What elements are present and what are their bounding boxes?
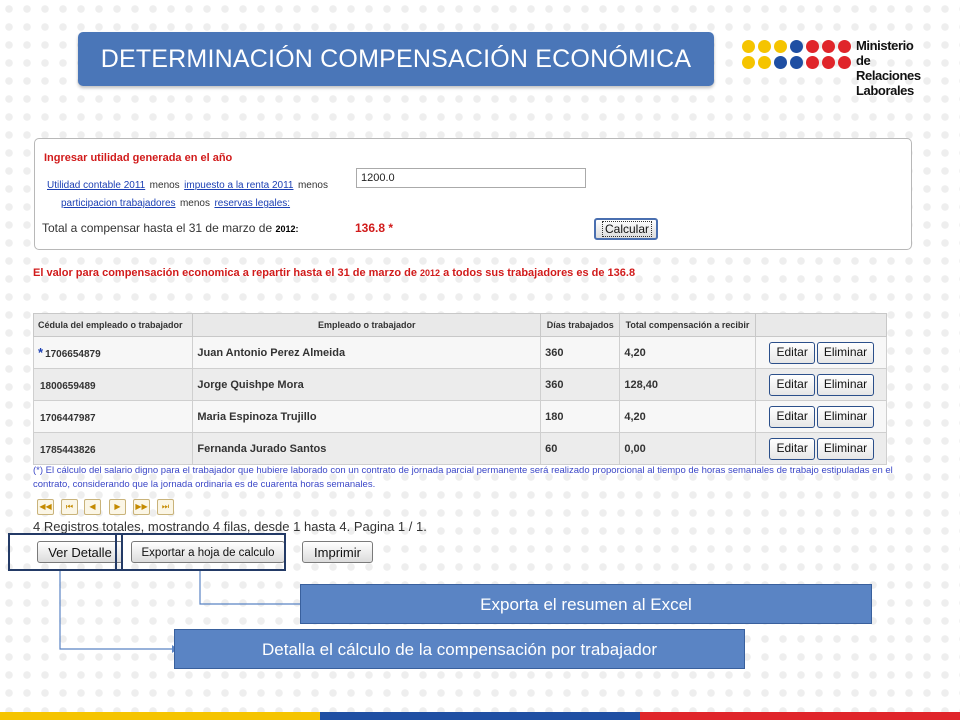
callout-exporta: Exporta el resumen al Excel	[300, 584, 872, 624]
connector-exportar	[199, 571, 300, 605]
connector-detalle	[59, 571, 172, 650]
callout-detalla: Detalla el cálculo de la compensación po…	[174, 629, 745, 669]
bottom-color-stripe	[0, 712, 960, 720]
